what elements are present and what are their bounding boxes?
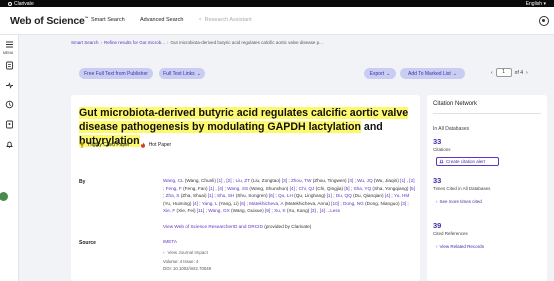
hot-paper-badge[interactable]: Hot Paper bbox=[140, 142, 171, 148]
breadcrumb-current: Gut microbiota-derived butyric acid regu… bbox=[170, 40, 323, 45]
nav-research-assistant[interactable]: ✧ Research Assistant bbox=[198, 17, 252, 23]
previous-record-icon[interactable]: ‹ bbox=[491, 70, 493, 76]
clarivate-logo-icon bbox=[8, 1, 12, 6]
breadcrumb-refine-results[interactable]: Refine results for Gut microb... bbox=[104, 40, 165, 45]
chevron-right-icon: › bbox=[436, 199, 438, 204]
full-text-links-button[interactable]: Full Text Links ⌄ bbox=[159, 68, 205, 79]
view-researcher-row: View Web of Science ResearcherID and ORC… bbox=[163, 224, 311, 229]
title-part: and bbox=[360, 121, 383, 133]
breadcrumb: Smart Search › Refine results for Gut micr… bbox=[71, 40, 323, 45]
by-label: By bbox=[79, 179, 86, 185]
show-less-authors-link[interactable]: Less bbox=[330, 208, 340, 213]
web-of-science-logo[interactable]: Web of Science™ bbox=[10, 15, 89, 27]
researcher-profile-icon[interactable] bbox=[5, 120, 14, 129]
saved-searches-icon[interactable] bbox=[5, 80, 14, 89]
create-citation-alert-button[interactable]: Create citation alert bbox=[436, 157, 499, 166]
citation-network-heading: Citation Network bbox=[433, 101, 478, 107]
nav-advanced-search[interactable]: Advanced Search bbox=[140, 17, 183, 23]
source-journal-link[interactable]: IMETA bbox=[163, 239, 177, 244]
add-to-marked-list-button[interactable]: Add To Marked List ⌄ bbox=[400, 68, 465, 79]
chevron-right-icon: › bbox=[163, 250, 165, 255]
chevron-right-icon: › bbox=[436, 244, 438, 249]
highly-cited-badge[interactable]: Highly Cited Paper bbox=[79, 142, 130, 148]
alerts-bell-icon[interactable] bbox=[5, 140, 14, 149]
bell-icon bbox=[439, 159, 444, 164]
citations-count[interactable]: 33 bbox=[433, 137, 441, 146]
menu-icon[interactable] bbox=[5, 40, 14, 49]
record-card: Gut microbiota-derived butyric acid regu… bbox=[71, 95, 420, 281]
chevron-down-icon: ⌄ bbox=[196, 70, 201, 77]
times-cited-label: Times Cited in All Databases bbox=[433, 186, 491, 191]
trophy-icon bbox=[80, 142, 84, 148]
clarivate-brand[interactable]: Clarivate bbox=[8, 1, 34, 7]
menu-label: MENU bbox=[3, 51, 14, 55]
marked-list-icon[interactable] bbox=[5, 61, 14, 70]
citations-label: Citations bbox=[433, 147, 451, 152]
history-icon[interactable] bbox=[5, 100, 14, 109]
user-account-icon[interactable] bbox=[539, 16, 549, 26]
export-button[interactable]: Export ⌄ bbox=[364, 68, 396, 79]
authors-list: Wang, CL (Wang, Chunli) [1] , [2] ; Liu,… bbox=[163, 177, 415, 215]
doi: DOI: 10.1002/imt2.70048 bbox=[163, 266, 212, 271]
nav-smart-search[interactable]: Smart Search bbox=[91, 17, 125, 23]
volume-issue: Volume: 4 Issue: 4 bbox=[163, 259, 199, 264]
see-more-times-cited-link[interactable]: › See more times cited bbox=[436, 199, 482, 204]
clarivate-label: Clarivate bbox=[14, 0, 34, 7]
app-header: Web of Science™ Smart Search Advanced Se… bbox=[0, 7, 554, 35]
free-full-text-button[interactable]: Free Full Text from Publisher bbox=[79, 68, 153, 79]
page-total: of 4 bbox=[514, 69, 524, 76]
cited-references-count[interactable]: 39 bbox=[433, 221, 441, 230]
record-pager: ‹ 1 of 4 › bbox=[491, 68, 528, 77]
view-related-records-link[interactable]: › View Related Records bbox=[436, 244, 484, 249]
record-badges: Highly Cited Paper Hot Paper bbox=[79, 142, 171, 148]
divider bbox=[433, 113, 541, 114]
all-databases-label: In All Databases bbox=[433, 126, 470, 132]
next-record-icon[interactable]: › bbox=[526, 70, 528, 76]
authors-text[interactable]: Wang, CL (Wang, Chunli) [1] , [2] ; Liu,… bbox=[163, 178, 415, 213]
flame-icon bbox=[140, 142, 145, 148]
language-selector[interactable]: English ▾ bbox=[526, 1, 546, 7]
left-rail: MENU bbox=[0, 35, 19, 281]
view-researcher-link[interactable]: View Web of Science ResearcherID and ORC… bbox=[163, 224, 263, 229]
chevron-down-icon: ⌄ bbox=[452, 70, 457, 77]
title-part: Gut microbiota-derived butyric acid regu… bbox=[79, 107, 409, 133]
citation-network-panel: Citation Network In All Databases 33 Cit… bbox=[427, 95, 547, 281]
chevron-down-icon: ⌄ bbox=[386, 70, 391, 77]
sparkle-icon: ✧ bbox=[198, 17, 203, 23]
provided-by-text: (provided by Clarivate) bbox=[264, 224, 312, 229]
breadcrumb-smart-search[interactable]: Smart Search bbox=[71, 40, 99, 45]
top-bar: Clarivate English ▾ bbox=[0, 0, 554, 7]
page-number-input[interactable]: 1 bbox=[495, 68, 512, 77]
cited-references-label: Cited References bbox=[433, 231, 468, 236]
times-cited-count[interactable]: 33 bbox=[433, 176, 441, 185]
source-label: Source bbox=[79, 240, 96, 246]
view-journal-impact[interactable]: › View Journal Impact bbox=[163, 250, 208, 255]
